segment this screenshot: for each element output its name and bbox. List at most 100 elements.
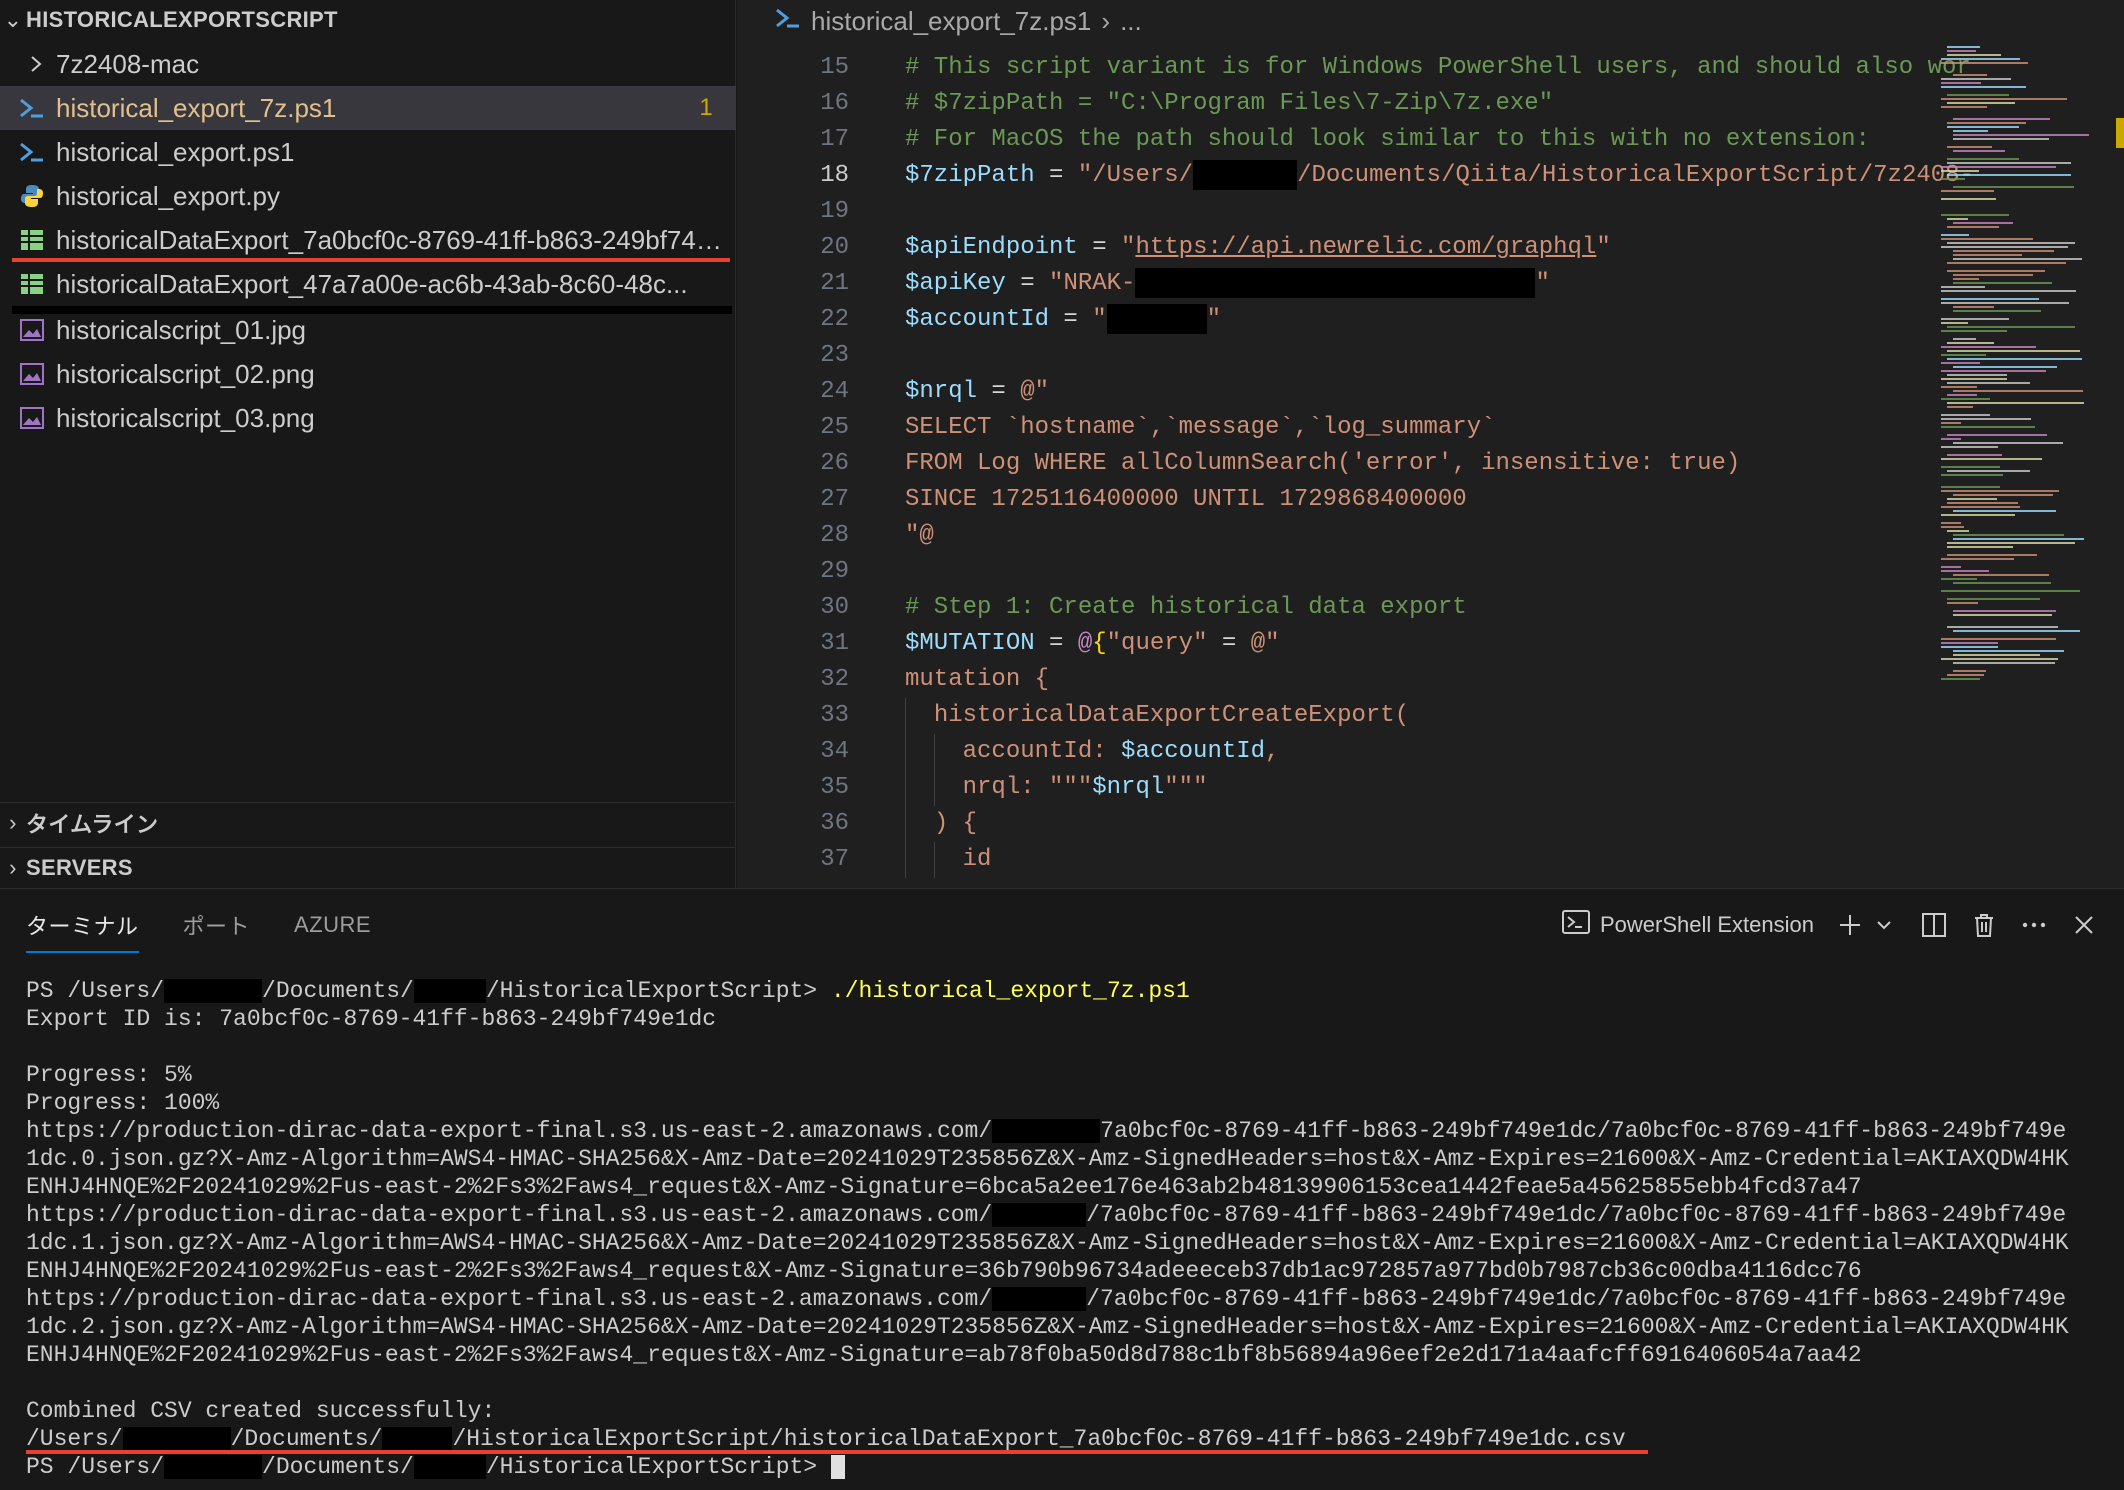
minimap-line [1947,158,2019,160]
minimap-line [1947,94,2009,96]
code-line: 36 ) { [737,806,1937,842]
minimap-line [1953,274,2033,276]
minimap-line [1947,262,2066,264]
terminal-line: https://production-dirac-data-export-fin… [26,1286,2067,1312]
servers-section-header[interactable]: › SERVERS [0,847,736,887]
code-line: 18 $7zipPath = "/Users//Documents/Qiita/H… [737,158,1974,194]
minimap-line [1953,510,2056,512]
minimap[interactable] [1937,42,2107,888]
add-terminal-button[interactable] [1836,909,1864,941]
problem-count-badge: 1 [699,94,713,121]
minimap-line [1941,446,1998,448]
minimap-line [1953,134,2089,136]
tree-item-file[interactable]: historicalDataExport_7a0bcf0c-8769-41ff-… [0,218,736,262]
chevron-down-icon[interactable] [1870,909,1898,941]
minimap-line [1941,178,1965,180]
minimap-line [1941,190,1994,192]
minimap-line [1947,342,1994,344]
redaction-bar [413,978,486,1003]
tree-item-file[interactable]: historical_export.py [0,174,736,218]
tab-ports[interactable]: ポート [183,889,251,961]
minimap-line [1953,258,2082,260]
trash-icon[interactable] [1970,909,1998,941]
minimap-line [1947,394,1977,396]
minimap-line [1941,346,2036,348]
tree-item-folder[interactable]: 7z2408-mac [0,42,736,86]
minimap-line [1941,78,2011,80]
minimap-line [1947,46,1980,48]
minimap-line [1953,310,2041,312]
minimap-line [1953,186,2074,188]
breadcrumb-symbol[interactable]: ... [1120,6,1142,37]
minimap-line [1941,170,1979,172]
minimap-line [1947,406,1973,408]
split-terminal-button[interactable] [1920,909,1948,941]
minimap-line [1953,670,1986,672]
minimap-line [1947,102,2015,104]
tab-azure[interactable]: AZURE [294,889,371,961]
minimap-line [1941,486,2000,488]
minimap-line [1947,530,1969,532]
tree-item-file[interactable]: historicalscript_01.jpg [0,308,736,352]
minimap-line [1953,534,2064,536]
minimap-line [1941,522,1961,524]
minimap-line [1953,250,2054,252]
minimap-line [1941,298,2039,300]
chevron-right-icon: › [1101,5,1111,36]
terminal-line: Export ID is: 7a0bcf0c-8769-41ff-b863-24… [26,1006,717,1032]
minimap-line [1953,130,1988,132]
code-line: 16 # $7zipPath = "C:\Program Files\7-Zip\… [820,90,1554,117]
minimap-line [1941,466,2000,468]
code-line: 20 $apiEndpoint = "https://api.newrelic.c… [820,234,1611,261]
tree-item-file[interactable]: historical_export.ps1 [0,130,736,174]
explorer-section-header[interactable]: ⌄ HISTORICALEXPORTSCRIPT [0,0,736,40]
minimap-line [1941,98,2067,100]
breadcrumb-file[interactable]: historical_export_7z.ps1 [811,6,1091,37]
minimap-line [1947,546,2013,548]
more-actions-icon[interactable] [2020,909,2048,941]
code-editor[interactable]: historical_export_7z.ps1 › ... 15 # This … [737,0,2124,888]
minimap-line [1953,442,2063,444]
minimap-line [1941,370,2046,372]
terminal-selector[interactable]: PowerShell Extension [1561,909,1814,941]
minimap-line [1947,498,1997,500]
code-line: 17 # For MacOS the path should look simil… [820,126,1870,153]
minimap-line [1953,614,2052,616]
terminal-icon [1561,909,1590,941]
minimap-line [1953,338,1976,340]
minimap-line [1953,282,2052,284]
powershell-file-icon [775,6,801,37]
minimap-line [1947,358,2082,360]
minimap-line [1941,418,2031,420]
timeline-section-header[interactable]: › タイムライン [0,802,736,842]
minimap-line [1947,434,2047,436]
minimap-line [1941,86,2026,88]
table-file-icon [18,270,46,298]
minimap-line [1947,674,1984,676]
tree-item-file[interactable]: historicalscript_02.png [0,352,736,396]
tree-item-file[interactable]: historicalDataExport_47a7a00e-ac6b-43ab-… [0,262,736,306]
explorer-sidebar: ⌄ HISTORICALEXPORTSCRIPT 7z2408-mac hist… [0,0,736,888]
code-line: 27 SINCE 1725116400000 UNTIL 172986840000… [820,486,1467,513]
minimap-line [1941,378,2007,380]
scrollbar-marker[interactable] [2116,118,2124,148]
terminal-line: PS /Users//Documents//HistoricalExportSc… [26,978,1190,1004]
code-lines[interactable]: 15 # This script variant is for Windows P… [737,50,1974,878]
tree-item-file[interactable]: historicalscript_03.png [0,396,736,440]
minimap-line [1947,626,2058,628]
minimap-line [1941,422,1961,424]
terminal-output[interactable]: PS /Users//Documents//HistoricalExportSc… [26,977,2116,1481]
minimap-line [1953,254,2022,256]
minimap-line [1941,166,2056,168]
code-line: 19 [820,198,849,225]
minimap-line [1947,50,1976,52]
tree-item-file[interactable]: historical_export_7z.ps1 1 [0,86,736,130]
close-icon[interactable] [2070,909,2098,941]
minimap-line [1941,330,2007,332]
minimap-line [1947,162,2071,164]
terminal-line: 1dc.0.json.gz?X-Amz-Algorithm=AWS4-HMAC-… [26,1146,2069,1172]
terminal-line: PS /Users//Documents//HistoricalExportSc… [26,1453,2116,1481]
tab-terminal[interactable]: ターミナル [26,889,139,961]
terminal-line: https://production-dirac-data-export-fin… [26,1118,2067,1144]
api-endpoint-link[interactable]: https://api.newrelic.com/graphql [1135,234,1596,261]
